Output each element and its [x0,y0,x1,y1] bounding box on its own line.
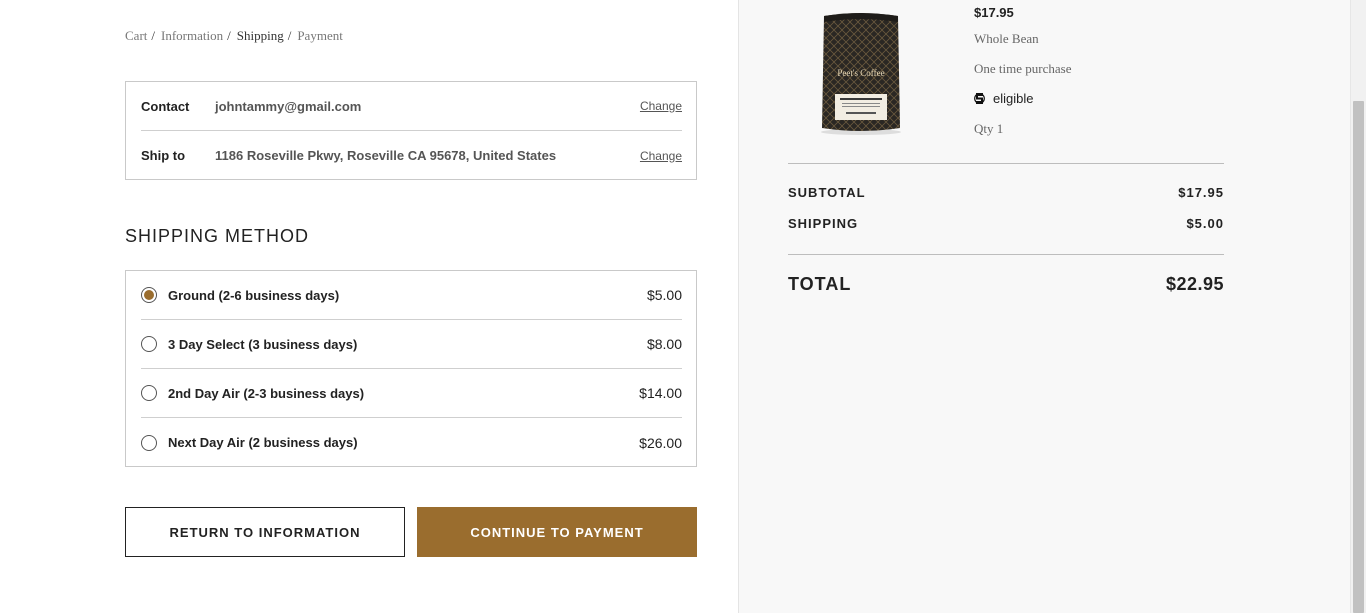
total-value: $22.95 [1165,274,1224,294]
shipping-method-title: SHIPPING METHOD [125,226,310,246]
shipping-option-price: $14.00 [639,385,682,401]
scrollbar-thumb[interactable] [1353,101,1364,613]
shipping-option-3-day-select[interactable]: 3 Day Select (3 business days) $8.00 [141,320,682,369]
shipping-option-name: 3 Day Select (3 business days) [168,336,358,352]
shoprunner-icon [974,93,985,104]
shipping-cost-row: SHIPPING $5.00 [788,216,1224,231]
radio-button[interactable] [141,434,157,451]
shipping-option-name: Next Day Air (2 business days) [168,435,358,450]
eligible-badge: eligible [974,91,1033,106]
checkout-main: Cart / Information / Shipping / Payment Con… [0,0,738,613]
shipping-option-price: $8.00 [646,336,682,352]
breadcrumb-payment: Payment [297,28,343,43]
review-row-contact: Contact johntammy@gmail.com Change [141,82,682,131]
total-row: TOTAL $22.95 [788,274,1224,295]
breadcrumb-shipping: Shipping [236,28,284,43]
eligible-label: eligible [993,91,1034,106]
ship-to-label: Ship to [141,148,186,163]
change-contact-link[interactable]: Change [640,99,682,113]
review-block: Contact johntammy@gmail.com Change Ship … [125,81,697,180]
breadcrumb-separator: / [227,28,231,43]
contact-value: johntammy@gmail.com [215,98,362,114]
product-quantity: Qty 1 [974,121,1004,136]
shipping-option-ground[interactable]: Ground (2-6 business days) $5.00 [141,271,682,320]
subtotal-row: SUBTOTAL $17.95 [788,185,1224,200]
summary-divider [788,254,1224,255]
review-row-ship-to: Ship to 1186 Roseville Pkwy, Roseville C… [141,131,682,180]
breadcrumb-separator: / [287,28,292,43]
shipping-cost-label: SHIPPING [788,216,859,231]
product-image-coffee-bag: Peet's Coffee [821,13,901,135]
shipping-option-price: $5.00 [646,287,682,303]
summary-divider [788,163,1224,164]
page-scrollbar[interactable] [1350,0,1366,613]
shipping-methods-list: Ground (2-6 business days) $5.00 3 Day S… [125,270,697,467]
breadcrumb: Cart / Information / Shipping / Payment [125,28,343,44]
shipping-option-2nd-day-air[interactable]: 2nd Day Air (2-3 business days) $14.00 [141,369,682,418]
product-price: $17.95 [974,5,1014,20]
shipping-option-name: Ground (2-6 business days) [168,287,340,303]
radio-button[interactable] [141,336,157,352]
radio-button-selected[interactable] [141,287,157,303]
svg-text:Peet's Coffee: Peet's Coffee [837,68,884,78]
shipping-cost-value: $5.00 [1186,216,1224,231]
shipping-option-price: $26.00 [639,434,682,451]
product-grind: Whole Bean [974,31,1039,46]
subtotal-label: SUBTOTAL [788,185,866,200]
subtotal-value: $17.95 [1178,185,1224,200]
contact-label: Contact [141,98,190,114]
ship-to-value: 1186 Roseville Pkwy, Roseville CA 95678,… [215,148,557,163]
total-label: TOTAL [788,274,852,294]
breadcrumb-cart[interactable]: Cart [125,28,147,44]
breadcrumb-information[interactable]: Information [161,28,223,44]
return-to-information-button[interactable]: RETURN TO INFORMATION [125,507,405,557]
radio-button[interactable] [141,385,157,401]
shipping-option-name: 2nd Day Air (2-3 business days) [168,385,365,401]
shipping-option-next-day-air[interactable]: Next Day Air (2 business days) $26.00 [141,418,682,467]
continue-to-payment-button[interactable]: CONTINUE TO PAYMENT [417,507,697,557]
product-purchase-type: One time purchase [974,61,1072,76]
breadcrumb-separator: / [151,28,156,43]
change-ship-to-link[interactable]: Change [640,149,682,163]
